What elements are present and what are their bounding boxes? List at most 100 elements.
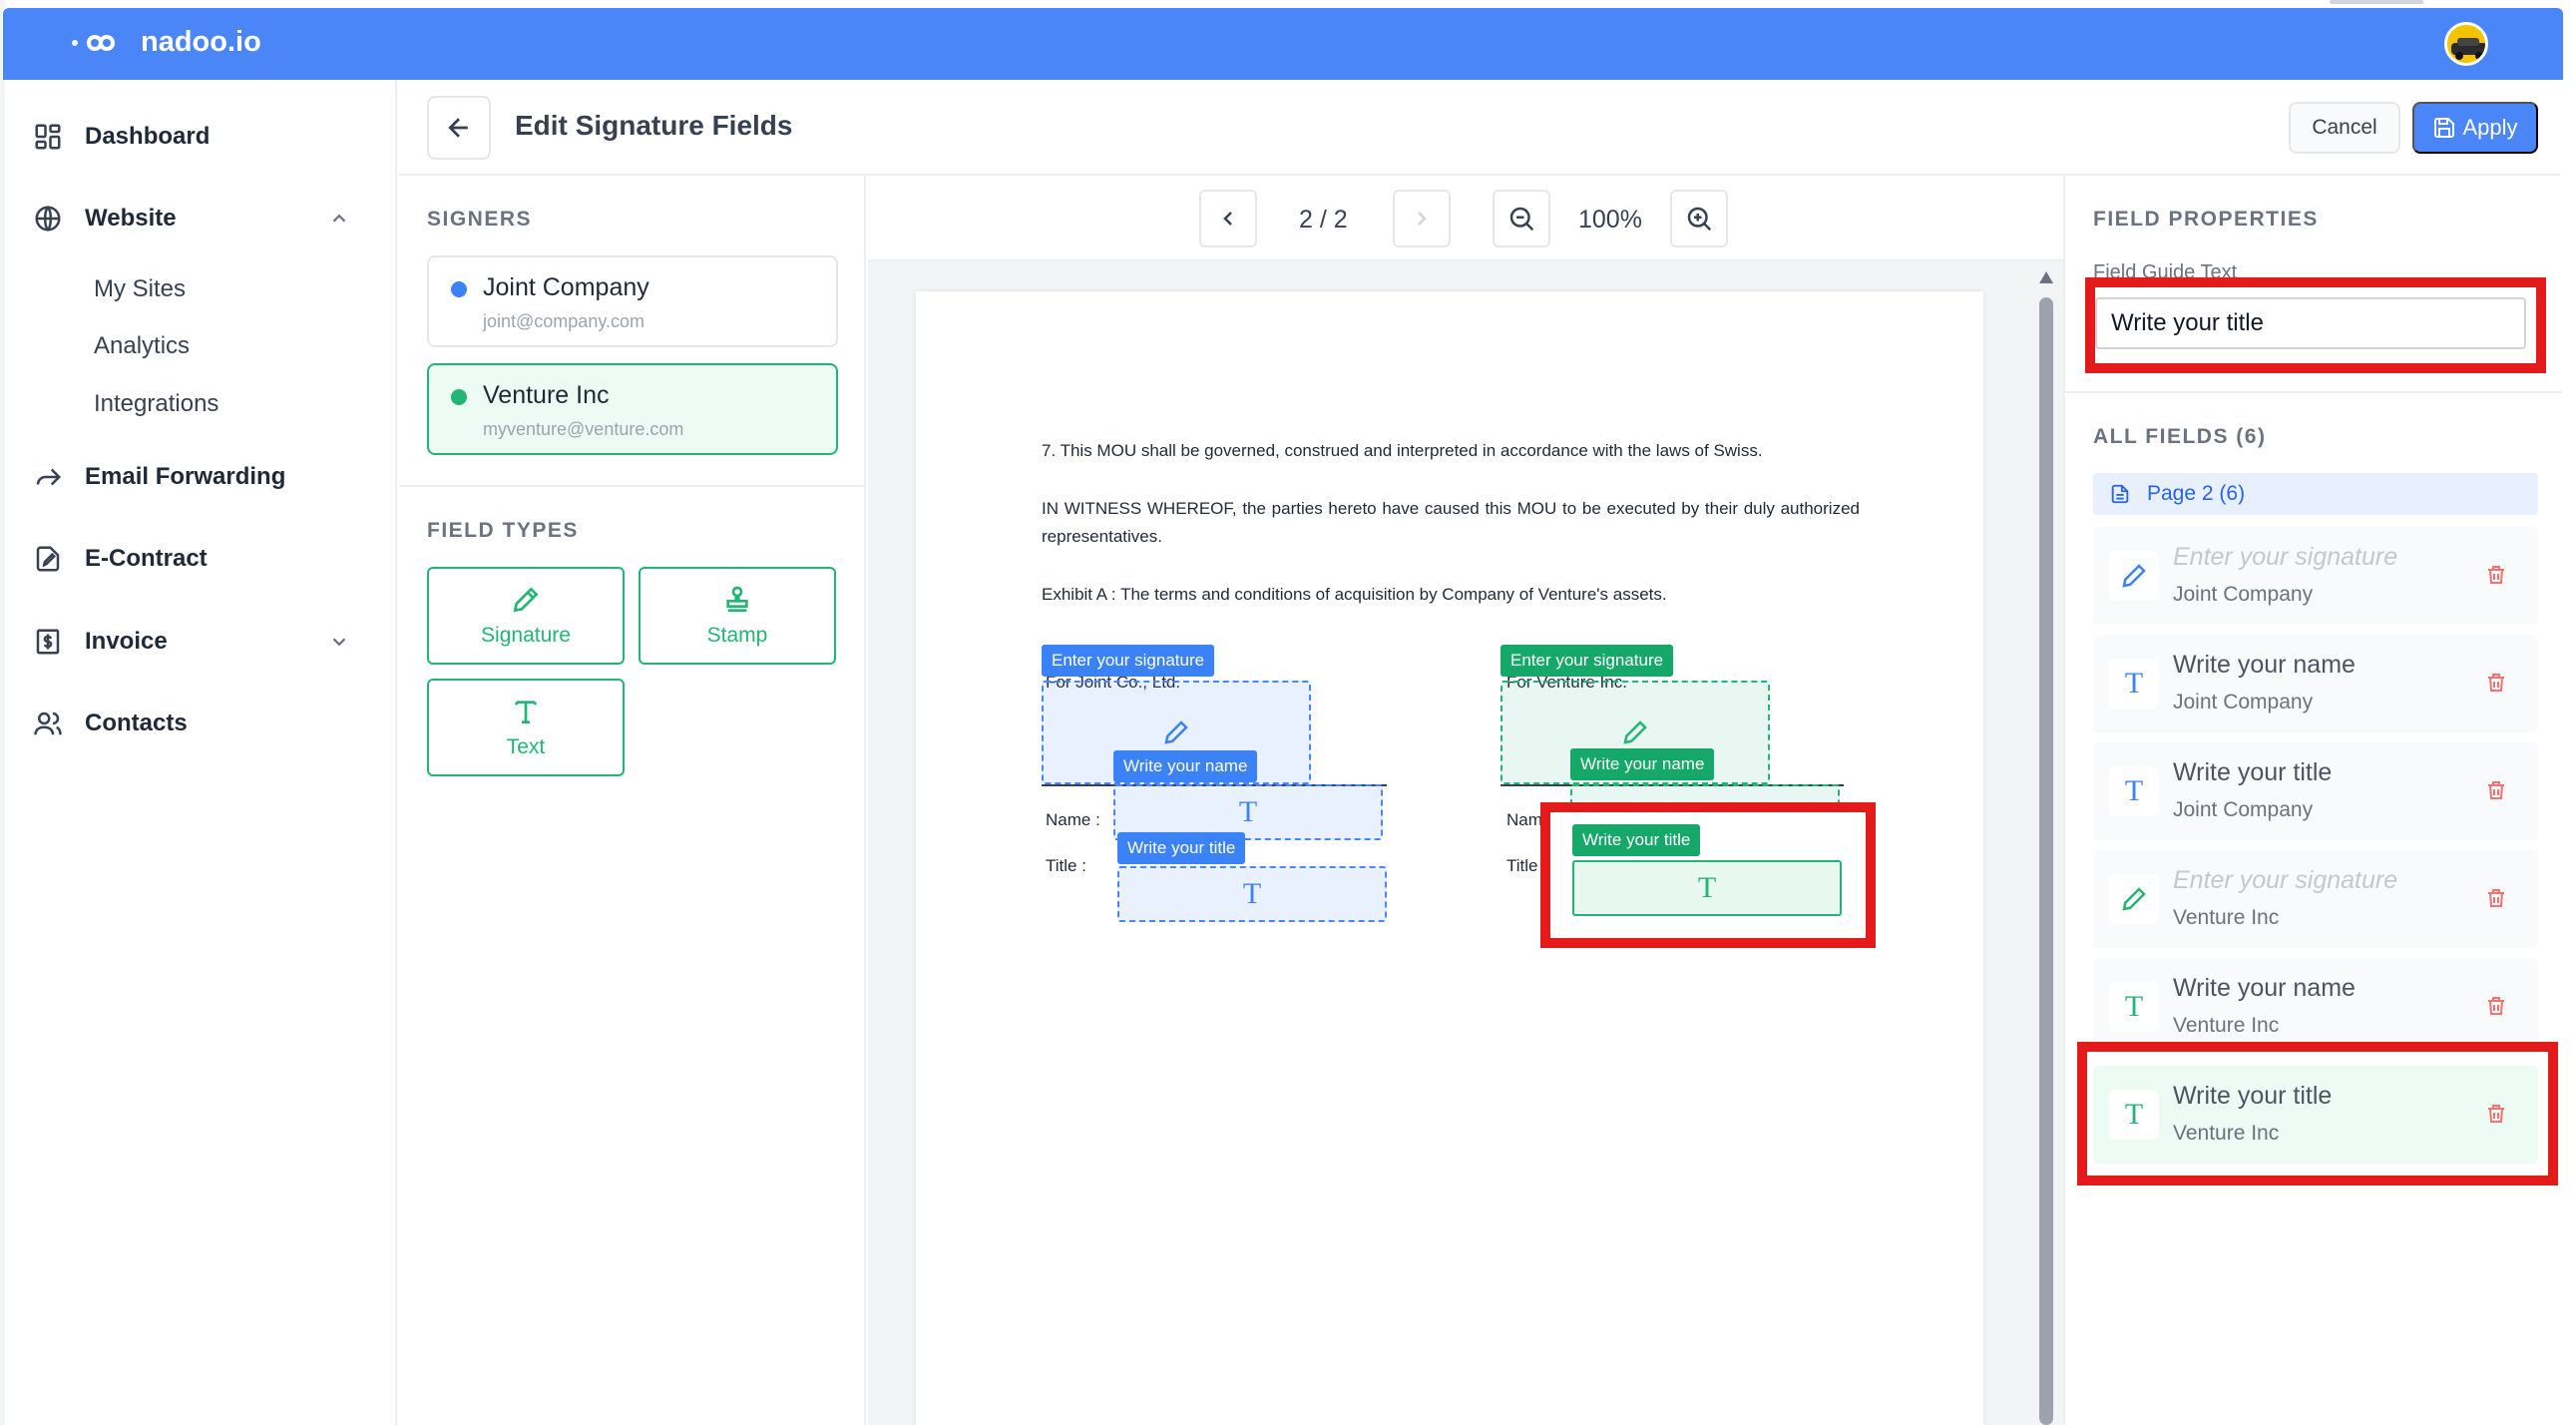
sidebar: Dashboard Website My Sites Analytics Int… xyxy=(5,80,397,1425)
field-icon-box: T xyxy=(2109,659,2159,709)
sidebar-subitem-my-sites[interactable]: My Sites xyxy=(94,275,186,303)
sidebar-item-email-forwarding[interactable]: Email Forwarding xyxy=(33,462,285,492)
prev-page-button[interactable] xyxy=(1199,190,1257,247)
next-page-button[interactable] xyxy=(1393,190,1451,247)
sidebar-item-e-contract[interactable]: E-Contract xyxy=(33,544,208,574)
signer-venture-inc[interactable]: Venture Inc myventure@venture.com xyxy=(427,363,838,455)
cancel-button[interactable]: Cancel xyxy=(2289,102,2400,154)
apply-label: Apply xyxy=(2462,115,2518,140)
stamp-icon xyxy=(726,586,748,612)
all-fields-heading: ALL FIELDS (6) xyxy=(2093,425,2267,448)
page-group-header[interactable]: Page 2 (6) xyxy=(2093,473,2538,515)
doc-paragraph: 7. This MOU shall be governed, construed… xyxy=(1042,441,1763,460)
field-list-item[interactable]: Enter your signature Venture Inc xyxy=(2093,850,2538,948)
sidebar-item-contacts[interactable]: Contacts xyxy=(33,709,188,738)
sidebar-item-dashboard[interactable]: Dashboard xyxy=(33,122,210,152)
field-properties-heading: FIELD PROPERTIES xyxy=(2093,208,2319,231)
field-types-heading: FIELD TYPES xyxy=(427,519,579,542)
trash-icon[interactable] xyxy=(2484,671,2508,695)
pen-icon xyxy=(513,587,539,613)
sidebar-subitem-integrations[interactable]: Integrations xyxy=(94,390,218,418)
infinity-logo-icon xyxy=(72,34,116,51)
zoom-out-button[interactable] xyxy=(1493,190,1550,247)
page-title: Edit Signature Fields xyxy=(515,110,793,141)
brand-name: nadoo.io xyxy=(141,26,261,58)
contacts-icon xyxy=(34,712,62,735)
text-type-icon xyxy=(515,701,537,723)
field-owner: Venture Inc xyxy=(2173,906,2280,929)
signer-joint-company[interactable]: Joint Company joint@company.com xyxy=(427,255,838,347)
doc-title-label: Title xyxy=(1506,856,1538,875)
apply-button[interactable]: Apply xyxy=(2412,102,2538,154)
zoom-in-button[interactable] xyxy=(1670,190,1728,247)
signer-name: Joint Company xyxy=(483,273,649,301)
field-list-item[interactable]: T Write your name Joint Company xyxy=(2093,635,2538,732)
trash-icon[interactable] xyxy=(2484,886,2508,910)
signature-field-type-button[interactable]: Signature xyxy=(427,567,625,665)
title-field-joint[interactable]: T xyxy=(1117,866,1387,922)
scrollbar-thumb[interactable] xyxy=(2039,297,2053,1425)
scroll-up-arrow-icon[interactable] xyxy=(2039,271,2053,283)
zoom-in-icon xyxy=(1687,207,1712,232)
document-viewer: 2 / 2 100% 7. This MOU shall be governed… xyxy=(868,176,2063,1425)
field-title: Enter your signature xyxy=(2173,543,2398,571)
page-group-label: Page 2 (6) xyxy=(2147,482,2246,505)
editor-header: Edit Signature Fields Cancel Apply xyxy=(399,80,2560,176)
pen-icon xyxy=(1164,720,1188,744)
globe-icon xyxy=(35,205,61,233)
text-type-icon: T xyxy=(2124,774,2144,807)
trash-icon[interactable] xyxy=(2484,994,2508,1018)
zoom-out-icon xyxy=(1509,207,1534,232)
sidebar-item-label: Dashboard xyxy=(85,123,211,150)
field-owner: Joint Company xyxy=(2173,583,2314,606)
pen-icon xyxy=(2122,564,2146,588)
trash-icon[interactable] xyxy=(2484,778,2508,802)
arrow-left-icon xyxy=(448,118,468,138)
sidebar-item-label: Contacts xyxy=(85,710,188,736)
sidebar-item-website[interactable]: Website xyxy=(33,204,372,234)
field-list-item[interactable]: T Write your title Joint Company xyxy=(2093,742,2538,840)
field-icon-box: T xyxy=(2109,982,2159,1032)
sidebar-item-label: Email Forwarding xyxy=(85,463,286,490)
brand-logo[interactable]: nadoo.io xyxy=(71,26,261,59)
name-field-tag: Write your name xyxy=(1113,750,1258,782)
field-owner: Venture Inc xyxy=(2173,1014,2280,1037)
stamp-field-type-button[interactable]: Stamp xyxy=(639,567,836,665)
sidebar-item-label: Invoice xyxy=(85,628,168,655)
field-title: Write your name xyxy=(2173,651,2356,679)
text-label: Text xyxy=(506,735,546,758)
text-type-icon: T xyxy=(2124,667,2144,700)
zoom-level: 100% xyxy=(1578,206,1642,234)
chevron-right-icon xyxy=(1418,212,1427,226)
dashboard-icon xyxy=(35,124,61,150)
text-type-icon: T xyxy=(1238,795,1258,828)
user-avatar[interactable] xyxy=(2444,22,2488,66)
car-avatar-icon xyxy=(2447,25,2485,63)
field-owner: Joint Company xyxy=(2173,798,2314,821)
contract-icon xyxy=(36,546,60,572)
signer-color-dot xyxy=(451,281,467,297)
sidebar-subitem-analytics[interactable]: Analytics xyxy=(94,332,190,360)
sidebar-item-invoice[interactable]: Invoice xyxy=(33,627,372,657)
chevron-left-icon xyxy=(1223,212,1232,226)
trash-icon[interactable] xyxy=(2484,563,2508,587)
chevron-up-icon[interactable] xyxy=(328,208,350,230)
highlight-box xyxy=(2077,1042,2558,1186)
document-page: 7. This MOU shall be governed, construed… xyxy=(916,291,1983,1425)
back-button[interactable] xyxy=(427,96,491,160)
browser-tab-edge xyxy=(2330,0,2423,4)
text-type-icon: T xyxy=(1242,877,1262,910)
field-list-item[interactable]: Enter your signature Joint Company xyxy=(2093,527,2538,625)
field-icon-box: T xyxy=(2109,766,2159,816)
top-bar: nadoo.io xyxy=(3,8,2563,80)
doc-paragraph: IN WITNESS WHEREOF, the parties hereto h… xyxy=(1042,499,1860,546)
app-root: nadoo.io Dashboard Website My Sites Anal… xyxy=(0,0,2576,1425)
chevron-down-icon[interactable] xyxy=(328,631,350,653)
doc-title-label: Title : xyxy=(1046,856,1086,875)
signature-label: Signature xyxy=(481,624,571,647)
sidebar-item-label: E-Contract xyxy=(85,545,208,572)
sidebar-item-label: Website xyxy=(85,205,177,232)
signers-heading: SIGNERS xyxy=(427,208,533,231)
text-field-type-button[interactable]: Text xyxy=(427,679,625,776)
signer-color-dot xyxy=(451,389,467,405)
